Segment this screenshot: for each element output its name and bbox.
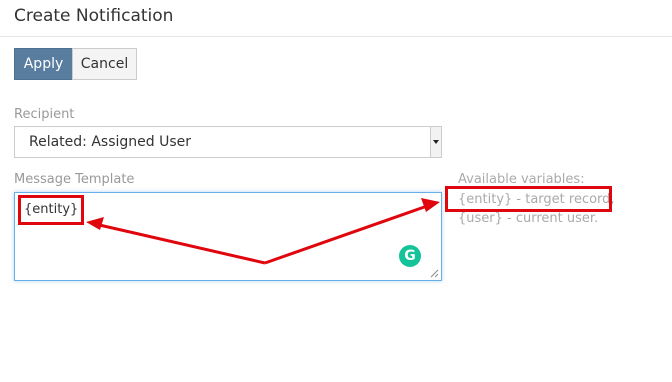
annotation-arrow-icon	[264, 203, 431, 265]
annotation-arrowhead-right	[421, 198, 440, 212]
annotation-arrow-icon	[94, 222, 266, 265]
annotation-arrowhead-left	[86, 217, 104, 230]
annotation-arrows	[86, 198, 440, 265]
